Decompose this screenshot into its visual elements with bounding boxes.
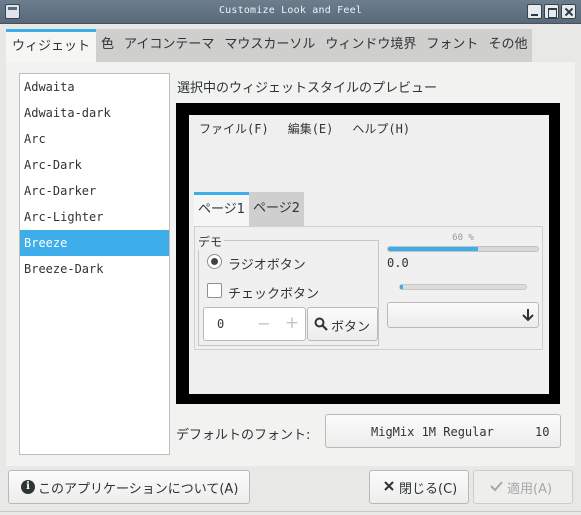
theme-item-arc-lighter[interactable]: Arc-Lighter [20,204,169,230]
minimize-button[interactable] [527,4,542,19]
search-icon [314,317,328,331]
demo-scale-slider[interactable] [399,284,527,290]
theme-item-arc-darker[interactable]: Arc-Darker [20,178,169,204]
preview-tab-bar: ページ1 ページ2 [194,192,305,226]
demo-radio-button[interactable] [207,254,222,269]
demo-combo-box[interactable] [387,302,539,328]
demo-label: デモ [198,233,225,250]
demo-button-label: ボタン [331,320,371,335]
tab-other[interactable]: その他 [483,29,533,62]
title-bar: Customize Look and Feel [0,0,581,24]
bottom-border [0,511,581,512]
window-title: Customize Look and Feel [218,5,363,16]
demo-spin-value[interactable]: 0 [217,317,224,331]
menu-help[interactable]: ヘルプ(H) [352,120,410,137]
theme-item-arc-dark[interactable]: Arc-Dark [20,152,169,178]
theme-item-arc[interactable]: Arc [20,126,169,152]
close-button-label: 閉じる(C) [399,482,458,497]
demo-progress-text: 60 % [452,233,474,243]
demo-radio-label[interactable]: ラジオボタン [228,254,306,273]
menu-file[interactable]: ファイル(F) [199,120,269,137]
maximize-button[interactable] [544,4,559,19]
preview-menubar: ファイル(F) 編集(E) ヘルプ(H) [199,120,410,137]
progress-fill [388,247,478,251]
tab-color[interactable]: 色 [96,29,120,62]
font-name: MigMix 1M Regular [371,425,494,439]
preview-tab-page1[interactable]: ページ1 [194,192,250,226]
close-icon [384,481,394,491]
demo-progress-bar [387,246,539,252]
minus-icon[interactable]: − [256,314,272,333]
default-font-label: デフォルトのフォント: [176,428,311,443]
plus-icon[interactable]: + [284,313,300,333]
tab-icon-theme[interactable]: アイコンテーマ [119,29,220,62]
demo-checkbox[interactable] [207,283,222,298]
theme-list[interactable]: Adwaita Adwaita-dark Arc Arc-Dark Arc-Da… [19,73,170,455]
tab-mouse-cursor[interactable]: マウスカーソル [219,29,321,62]
tab-bar: ウィジェット 色 アイコンテーマ マウスカーソル ウィンドウ境界 フォント その… [6,29,533,62]
demo-scale-value: 0.0 [387,256,409,270]
apply-button-label: 適用(A) [507,482,553,497]
preview-label: 選択中のウィジェットスタイルのプレビュー [177,81,438,96]
demo-checkbox-label[interactable]: チェックボタン [228,283,319,302]
about-button-label: このアプリケーションについて(A) [38,482,239,497]
menu-edit[interactable]: 編集(E) [288,120,334,137]
preview-tab-page2[interactable]: ページ2 [249,192,305,226]
scale-fill [400,285,403,289]
tab-widget[interactable]: ウィジェット [6,29,97,62]
theme-item-adwaita-dark[interactable]: Adwaita-dark [20,100,169,126]
close-window-button[interactable] [561,4,576,19]
arrow-down-icon [522,309,534,322]
tab-window-border[interactable]: ウィンドウ境界 [320,29,422,62]
info-icon: i [21,480,35,494]
theme-item-adwaita[interactable]: Adwaita [20,74,169,100]
theme-item-breeze[interactable]: Breeze [20,230,169,256]
font-size: 10 [535,425,550,439]
tab-font[interactable]: フォント [421,29,484,62]
theme-item-breeze-dark[interactable]: Breeze-Dark [20,256,169,282]
checkmark-icon [490,481,503,492]
